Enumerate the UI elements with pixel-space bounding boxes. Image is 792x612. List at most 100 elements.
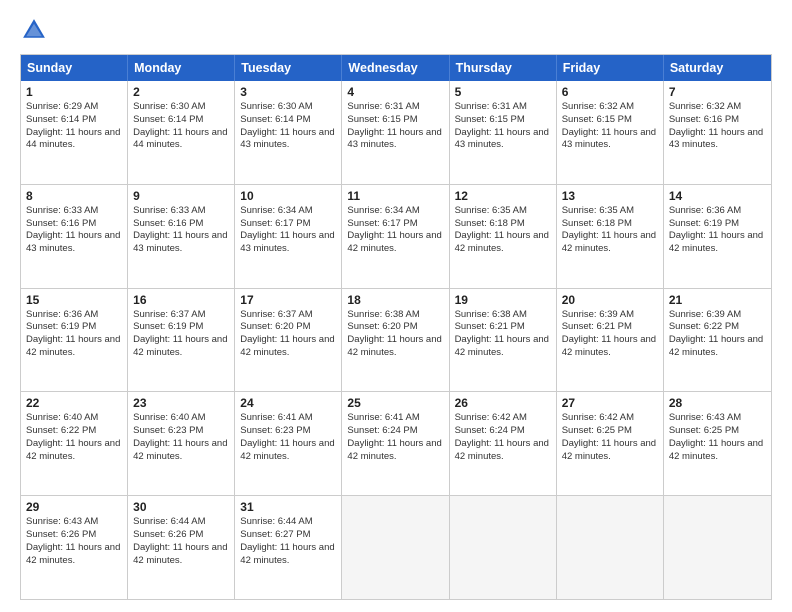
day-header-wednesday: Wednesday [342, 55, 449, 81]
day-info: Sunrise: 6:41 AMSunset: 6:23 PMDaylight:… [240, 412, 336, 463]
day-cell-8: 8Sunrise: 6:33 AMSunset: 6:16 PMDaylight… [21, 185, 128, 288]
logo [20, 16, 52, 44]
day-info: Sunrise: 6:39 AMSunset: 6:22 PMDaylight:… [669, 309, 766, 360]
calendar-row-1: 1 Sunrise: 6:29 AMSunset: 6:14 PMDaylight… [21, 81, 771, 184]
calendar-row-4: 22 Sunrise: 6:40 AMSunset: 6:22 PMDayligh… [21, 391, 771, 495]
day-cell-6: 6 Sunrise: 6:32 AMSunset: 6:15 PMDaylight… [557, 81, 664, 184]
day-info: Sunrise: 6:40 AMSunset: 6:23 PMDaylight:… [133, 412, 229, 463]
day-cell-28: 28 Sunrise: 6:43 AMSunset: 6:25 PMDayligh… [664, 392, 771, 495]
day-number: 24 [240, 396, 336, 410]
day-number: 22 [26, 396, 122, 410]
day-cell-18: 18 Sunrise: 6:38 AMSunset: 6:20 PMDayligh… [342, 289, 449, 392]
calendar-row-2: 8Sunrise: 6:33 AMSunset: 6:16 PMDaylight… [21, 184, 771, 288]
day-info: Sunrise: 6:44 AMSunset: 6:26 PMDaylight:… [133, 516, 229, 567]
day-cell-2: 2Sunrise: 6:30 AMSunset: 6:14 PMDaylight… [128, 81, 235, 184]
day-cell-16: 16 Sunrise: 6:37 AMSunset: 6:19 PMDayligh… [128, 289, 235, 392]
day-info: Sunrise: 6:32 AMSunset: 6:16 PMDaylight:… [669, 101, 766, 152]
day-info: Sunrise: 6:40 AMSunset: 6:22 PMDaylight:… [26, 412, 122, 463]
day-cell-4: 4Sunrise: 6:31 AMSunset: 6:15 PMDaylight… [342, 81, 449, 184]
day-info: Sunrise: 6:39 AMSunset: 6:21 PMDaylight:… [562, 309, 658, 360]
day-number: 21 [669, 293, 766, 307]
day-info: Sunrise: 6:30 AMSunset: 6:14 PMDaylight:… [133, 101, 229, 152]
empty-cell [342, 496, 449, 599]
day-number: 20 [562, 293, 658, 307]
header [20, 16, 772, 44]
day-cell-13: 13 Sunrise: 6:35 AMSunset: 6:18 PMDayligh… [557, 185, 664, 288]
day-info: Sunrise: 6:42 AMSunset: 6:24 PMDaylight:… [455, 412, 551, 463]
day-cell-22: 22 Sunrise: 6:40 AMSunset: 6:22 PMDayligh… [21, 392, 128, 495]
page: SundayMondayTuesdayWednesdayThursdayFrid… [0, 0, 792, 612]
day-info: Sunrise: 6:35 AMSunset: 6:18 PMDaylight:… [455, 205, 551, 256]
day-info: Sunrise: 6:29 AMSunset: 6:14 PMDaylight:… [26, 101, 122, 152]
day-number: 25 [347, 396, 443, 410]
day-info: Sunrise: 6:31 AMSunset: 6:15 PMDaylight:… [347, 101, 443, 152]
day-number: 17 [240, 293, 336, 307]
day-number: 18 [347, 293, 443, 307]
day-cell-30: 30Sunrise: 6:44 AMSunset: 6:26 PMDayligh… [128, 496, 235, 599]
day-number: 16 [133, 293, 229, 307]
day-number: 6 [562, 85, 658, 99]
day-info: Sunrise: 6:35 AMSunset: 6:18 PMDaylight:… [562, 205, 658, 256]
day-info: Sunrise: 6:43 AMSunset: 6:25 PMDaylight:… [669, 412, 766, 463]
day-cell-19: 19 Sunrise: 6:38 AMSunset: 6:21 PMDayligh… [450, 289, 557, 392]
day-info: Sunrise: 6:44 AMSunset: 6:27 PMDaylight:… [240, 516, 336, 567]
day-number: 13 [562, 189, 658, 203]
day-number: 31 [240, 500, 336, 514]
day-number: 12 [455, 189, 551, 203]
day-info: Sunrise: 6:36 AMSunset: 6:19 PMDaylight:… [669, 205, 766, 256]
day-info: Sunrise: 6:30 AMSunset: 6:14 PMDaylight:… [240, 101, 336, 152]
day-info: Sunrise: 6:32 AMSunset: 6:15 PMDaylight:… [562, 101, 658, 152]
day-cell-17: 17Sunrise: 6:37 AMSunset: 6:20 PMDayligh… [235, 289, 342, 392]
day-info: Sunrise: 6:36 AMSunset: 6:19 PMDaylight:… [26, 309, 122, 360]
day-cell-26: 26 Sunrise: 6:42 AMSunset: 6:24 PMDayligh… [450, 392, 557, 495]
day-number: 29 [26, 500, 122, 514]
empty-cell [450, 496, 557, 599]
day-info: Sunrise: 6:34 AMSunset: 6:17 PMDaylight:… [240, 205, 336, 256]
day-info: Sunrise: 6:42 AMSunset: 6:25 PMDaylight:… [562, 412, 658, 463]
day-cell-21: 21 Sunrise: 6:39 AMSunset: 6:22 PMDayligh… [664, 289, 771, 392]
day-info: Sunrise: 6:34 AMSunset: 6:17 PMDaylight:… [347, 205, 443, 256]
day-cell-20: 20 Sunrise: 6:39 AMSunset: 6:21 PMDayligh… [557, 289, 664, 392]
day-header-friday: Friday [557, 55, 664, 81]
day-header-tuesday: Tuesday [235, 55, 342, 81]
day-cell-7: 7 Sunrise: 6:32 AMSunset: 6:16 PMDaylight… [664, 81, 771, 184]
day-info: Sunrise: 6:38 AMSunset: 6:21 PMDaylight:… [455, 309, 551, 360]
day-cell-29: 29 Sunrise: 6:43 AMSunset: 6:26 PMDayligh… [21, 496, 128, 599]
day-number: 7 [669, 85, 766, 99]
empty-cell [557, 496, 664, 599]
day-header-monday: Monday [128, 55, 235, 81]
day-cell-31: 31 Sunrise: 6:44 AMSunset: 6:27 PMDayligh… [235, 496, 342, 599]
day-info: Sunrise: 6:38 AMSunset: 6:20 PMDaylight:… [347, 309, 443, 360]
day-header-thursday: Thursday [450, 55, 557, 81]
calendar-row-5: 29 Sunrise: 6:43 AMSunset: 6:26 PMDayligh… [21, 495, 771, 599]
day-cell-3: 3 Sunrise: 6:30 AMSunset: 6:14 PMDaylight… [235, 81, 342, 184]
day-info: Sunrise: 6:43 AMSunset: 6:26 PMDaylight:… [26, 516, 122, 567]
day-number: 9 [133, 189, 229, 203]
day-cell-15: 15 Sunrise: 6:36 AMSunset: 6:19 PMDayligh… [21, 289, 128, 392]
day-number: 14 [669, 189, 766, 203]
day-header-saturday: Saturday [664, 55, 771, 81]
day-cell-11: 11Sunrise: 6:34 AMSunset: 6:17 PMDayligh… [342, 185, 449, 288]
calendar-header: SundayMondayTuesdayWednesdayThursdayFrid… [21, 55, 771, 81]
day-cell-24: 24 Sunrise: 6:41 AMSunset: 6:23 PMDayligh… [235, 392, 342, 495]
day-number: 15 [26, 293, 122, 307]
day-number: 1 [26, 85, 122, 99]
day-number: 23 [133, 396, 229, 410]
day-number: 10 [240, 189, 336, 203]
day-cell-9: 9 Sunrise: 6:33 AMSunset: 6:16 PMDaylight… [128, 185, 235, 288]
day-info: Sunrise: 6:33 AMSunset: 6:16 PMDaylight:… [133, 205, 229, 256]
day-cell-1: 1 Sunrise: 6:29 AMSunset: 6:14 PMDaylight… [21, 81, 128, 184]
day-cell-27: 27 Sunrise: 6:42 AMSunset: 6:25 PMDayligh… [557, 392, 664, 495]
day-number: 19 [455, 293, 551, 307]
calendar-body: 1 Sunrise: 6:29 AMSunset: 6:14 PMDaylight… [21, 81, 771, 599]
day-number: 26 [455, 396, 551, 410]
day-number: 28 [669, 396, 766, 410]
day-cell-23: 23 Sunrise: 6:40 AMSunset: 6:23 PMDayligh… [128, 392, 235, 495]
day-number: 3 [240, 85, 336, 99]
empty-cell [664, 496, 771, 599]
calendar: SundayMondayTuesdayWednesdayThursdayFrid… [20, 54, 772, 600]
day-number: 27 [562, 396, 658, 410]
day-info: Sunrise: 6:37 AMSunset: 6:19 PMDaylight:… [133, 309, 229, 360]
day-info: Sunrise: 6:31 AMSunset: 6:15 PMDaylight:… [455, 101, 551, 152]
day-info: Sunrise: 6:33 AMSunset: 6:16 PMDaylight:… [26, 205, 122, 256]
